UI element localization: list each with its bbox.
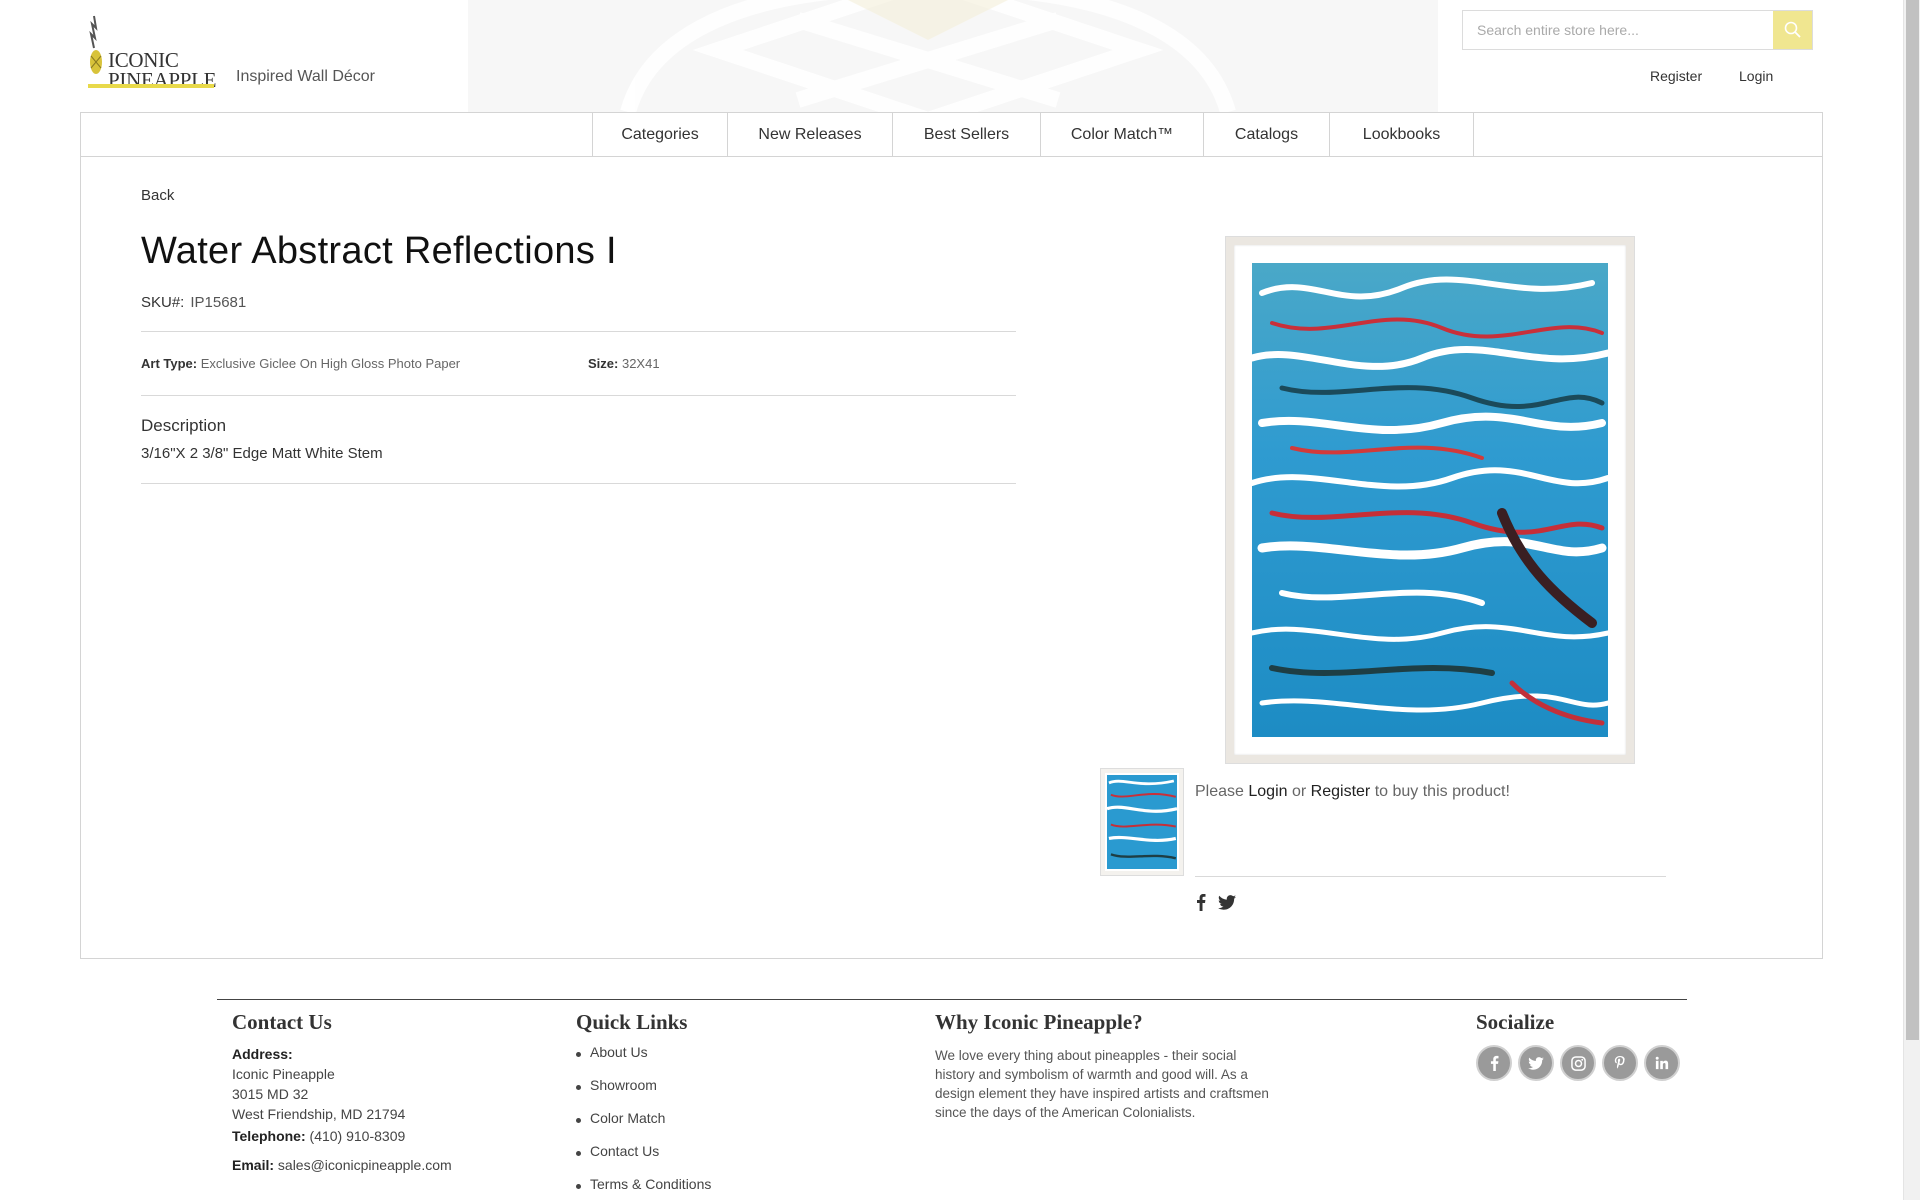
main-nav: Categories New Releases Best Sellers Col… xyxy=(80,112,1823,157)
nav-item-color-match[interactable]: Color Match™ xyxy=(1041,113,1204,156)
header-decoration xyxy=(468,0,1438,112)
product-title: Water Abstract Reflections I xyxy=(141,230,617,272)
address-label: Address: xyxy=(232,1046,293,1062)
facebook-icon[interactable] xyxy=(1476,1045,1512,1081)
footer-divider xyxy=(217,999,1687,1000)
twitter-icon[interactable] xyxy=(1518,1045,1554,1081)
telephone-value[interactable]: (410) 910-8309 xyxy=(310,1128,406,1144)
tagline: Inspired Wall Décor xyxy=(236,68,376,85)
quick-link-terms[interactable]: Terms & Conditions xyxy=(576,1176,711,1200)
buy-message-prefix: Please xyxy=(1195,783,1244,800)
nav-item-best-sellers[interactable]: Best Sellers xyxy=(893,113,1041,156)
art-type-label: Art Type: xyxy=(141,356,198,371)
search-box xyxy=(1462,10,1813,50)
socialize-heading: Socialize xyxy=(1476,1010,1555,1034)
instagram-icon[interactable] xyxy=(1560,1045,1596,1081)
sku-value: IP15681 xyxy=(190,294,247,311)
search-button[interactable] xyxy=(1773,11,1812,49)
description-text: 3/16"X 2 3/8" Edge Matt White Stem xyxy=(141,445,383,462)
divider xyxy=(141,395,1016,396)
thumbnail-artwork xyxy=(1105,773,1179,871)
nav-item-new-releases[interactable]: New Releases xyxy=(728,113,893,156)
contact-info: Address: Iconic Pineapple 3015 MD 32 Wes… xyxy=(232,1044,452,1175)
quick-links-list: About Us Showroom Color Match Contact Us… xyxy=(576,1044,711,1200)
product-thumbnail[interactable] xyxy=(1100,768,1184,876)
address-line: Iconic Pineapple xyxy=(232,1066,335,1082)
buy-message: Please Login or Register to buy this pro… xyxy=(1195,783,1510,801)
pineapple-logo-icon xyxy=(89,15,102,74)
quick-links-heading: Quick Links xyxy=(576,1010,688,1034)
product-sku: SKU#: IP15681 xyxy=(141,294,246,311)
nav-item-categories[interactable]: Categories xyxy=(593,113,728,156)
size-label: Size: xyxy=(588,356,619,371)
login-link[interactable]: Login xyxy=(1739,68,1773,84)
logo[interactable]: ICONIC PINEAPPLE xyxy=(88,14,216,91)
scrollbar-thumb[interactable] xyxy=(1906,0,1919,1040)
register-link[interactable]: Register xyxy=(1650,68,1702,84)
size: Size: 32X41 xyxy=(588,356,660,371)
share-facebook-icon[interactable] xyxy=(1191,892,1211,912)
page-scrollbar[interactable] xyxy=(1903,0,1920,1200)
site-header: ICONIC PINEAPPLE Inspired Wall Décor Reg… xyxy=(0,0,1903,112)
buy-register-link[interactable]: Register xyxy=(1311,783,1371,800)
buy-message-or: or xyxy=(1291,783,1307,800)
divider xyxy=(1195,876,1666,877)
quick-link-contact-us[interactable]: Contact Us xyxy=(576,1143,711,1176)
address-line: 3015 MD 32 xyxy=(232,1086,309,1102)
search-input[interactable] xyxy=(1463,11,1774,49)
product-image[interactable] xyxy=(1225,236,1635,764)
linkedin-icon[interactable] xyxy=(1644,1045,1680,1081)
sku-label: SKU#: xyxy=(141,294,185,311)
social-icons xyxy=(1476,1045,1680,1081)
size-value: 32X41 xyxy=(621,356,660,371)
buy-login-link[interactable]: Login xyxy=(1248,783,1287,800)
divider xyxy=(141,483,1016,484)
pinterest-icon[interactable] xyxy=(1602,1045,1638,1081)
divider xyxy=(141,331,1016,332)
art-type-value: Exclusive Giclee On High Gloss Photo Pap… xyxy=(200,356,461,371)
artwork xyxy=(1252,263,1608,737)
nav-item-catalogs[interactable]: Catalogs xyxy=(1204,113,1330,156)
product-panel: Back Water Abstract Reflections I SKU#: I… xyxy=(80,156,1823,959)
description-heading: Description xyxy=(141,416,227,435)
back-link[interactable]: Back xyxy=(141,187,174,204)
logo-underline xyxy=(88,84,214,88)
why-text: We love every thing about pineapples - t… xyxy=(935,1048,1269,1120)
share-twitter-icon[interactable] xyxy=(1217,892,1237,912)
address-line: West Friendship, MD 21794 xyxy=(232,1106,406,1122)
quick-link-showroom[interactable]: Showroom xyxy=(576,1077,711,1110)
email-label: Email: xyxy=(232,1157,275,1173)
email-link[interactable]: sales@iconicpineapple.com xyxy=(278,1157,452,1173)
telephone-label: Telephone: xyxy=(232,1128,306,1144)
contact-heading: Contact Us xyxy=(232,1010,332,1034)
quick-link-about-us[interactable]: About Us xyxy=(576,1044,711,1077)
quick-link-color-match[interactable]: Color Match xyxy=(576,1110,711,1143)
why-heading: Why Iconic Pineapple? xyxy=(935,1010,1143,1034)
search-icon xyxy=(1784,21,1801,38)
nav-item-lookbooks[interactable]: Lookbooks xyxy=(1330,113,1474,156)
art-type: Art Type: Exclusive Giclee On High Gloss… xyxy=(141,356,460,371)
image-mat xyxy=(1234,245,1626,755)
buy-message-suffix: to buy this product! xyxy=(1374,783,1510,800)
